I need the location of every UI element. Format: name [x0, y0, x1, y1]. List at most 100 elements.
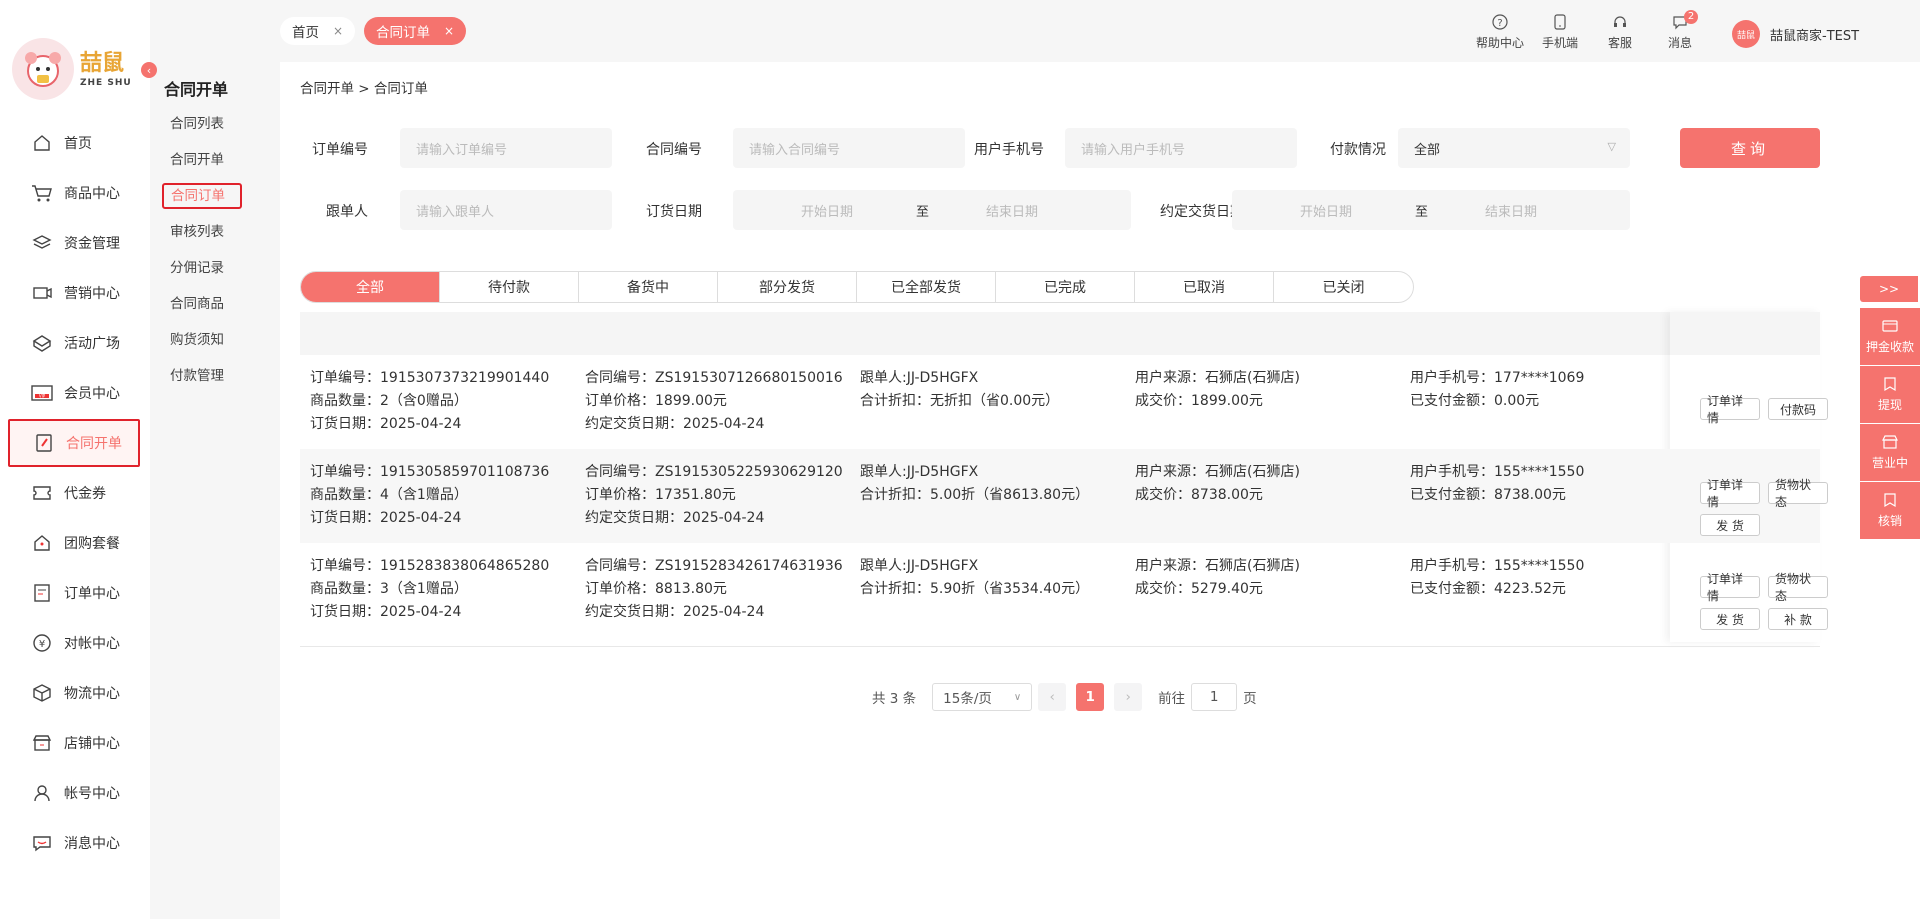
mobile-button[interactable]: 手机端 — [1532, 14, 1588, 51]
chevron-left-icon: ‹ — [1049, 689, 1055, 705]
status-tab-5[interactable]: 已完成 — [996, 272, 1135, 302]
home-icon — [30, 132, 54, 154]
order-date-to: 至 — [916, 204, 930, 220]
status-tab-3[interactable]: 部分发货 — [718, 272, 857, 302]
rail-open-button[interactable]: 营业中 — [1860, 424, 1920, 482]
rail-deposit-button[interactable]: 押金收款 — [1860, 308, 1920, 366]
row-action-button[interactable]: 货物状态 — [1768, 572, 1828, 603]
order-date-range[interactable]: 开始日期 至 结束日期 — [733, 190, 1131, 230]
payment-status-select[interactable]: 全部 ▽ — [1398, 128, 1630, 168]
order-source: 用户来源：石狮店(石狮店) — [1135, 464, 1300, 480]
order-icon — [30, 582, 54, 604]
order-qty: 商品数量：2（含0赠品） — [310, 393, 468, 409]
sidebar-item-label: 对帐中心 — [64, 636, 120, 652]
status-tab-6[interactable]: 已取消 — [1135, 272, 1274, 302]
message-label: 消息 — [1667, 36, 1692, 50]
subnav-item-4[interactable]: 分佣记录 — [162, 255, 242, 281]
follower-input[interactable]: 请输入跟单人 — [400, 190, 612, 230]
sidebar-item-1[interactable]: 商品中心 — [8, 169, 140, 217]
subnav-item-2[interactable]: 合同订单 — [162, 183, 242, 209]
order-price: 订单价格：1899.00元 — [585, 393, 727, 409]
order-qty: 商品数量：4（含1赠品） — [310, 487, 468, 503]
tab-contract-order[interactable]: 合同订单 × — [364, 17, 467, 45]
sidebar-item-4[interactable]: 活动广场 — [8, 319, 140, 367]
subnav-item-6[interactable]: 购货须知 — [162, 327, 242, 353]
rail-verify-button[interactable]: 核销 — [1860, 482, 1920, 540]
customer-service-button[interactable]: 客服 — [1592, 14, 1648, 51]
sidebar-item-3[interactable]: 营销中心 — [8, 269, 140, 317]
subnav-item-1[interactable]: 合同开单 — [162, 147, 242, 173]
sidebar-item-2[interactable]: 资金管理 — [8, 219, 140, 267]
sidebar-item-13[interactable]: 帐号中心 — [8, 769, 140, 817]
mobile-label: 手机端 — [1541, 36, 1578, 50]
order-date-end[interactable]: 结束日期 — [986, 201, 1038, 220]
order-date-start[interactable]: 开始日期 — [801, 201, 853, 220]
page-size-value: 15条/页 — [943, 691, 992, 707]
goto-page-input[interactable]: 1 — [1191, 683, 1238, 711]
brand-logo[interactable]: 喆鼠 ZHE SHU — [12, 38, 132, 102]
sidebar-item-12[interactable]: 店铺中心 — [8, 719, 140, 767]
row-action-button[interactable]: 付款码 — [1768, 398, 1828, 420]
delivery-date-range[interactable]: 开始日期 至 结束日期 — [1232, 190, 1630, 230]
sidebar-item-0[interactable]: 首页 — [8, 119, 140, 167]
order-deal: 成交价：8738.00元 — [1135, 487, 1263, 503]
order-source: 用户来源：石狮店(石狮店) — [1135, 558, 1300, 574]
close-icon[interactable]: × — [333, 24, 343, 38]
rail-deposit-label: 押金收款 — [1865, 340, 1914, 354]
sidebar-item-7[interactable]: 代金券 — [8, 469, 140, 517]
prev-page-button[interactable]: ‹ — [1038, 683, 1067, 711]
rail-toggle-button[interactable]: >> — [1860, 276, 1918, 302]
row-action-button[interactable]: 补 款 — [1768, 608, 1828, 630]
contract-no-input[interactable]: 请输入合同编号 — [733, 128, 965, 168]
status-tab-0[interactable]: 全部 — [301, 272, 440, 302]
sidebar-item-5[interactable]: VIP 会员中心 — [8, 369, 140, 417]
delivery-date-end[interactable]: 结束日期 — [1485, 201, 1537, 220]
row-action-button[interactable]: 订单详情 — [1700, 478, 1760, 509]
sidebar-item-6[interactable]: 合同开单 — [8, 419, 140, 467]
avatar: 喆鼠 — [1732, 20, 1760, 48]
query-button[interactable]: 查询 — [1680, 128, 1820, 168]
next-page-button[interactable]: › — [1114, 683, 1143, 711]
delivery-date-start[interactable]: 开始日期 — [1300, 201, 1352, 220]
page-1-button[interactable]: 1 — [1076, 683, 1105, 711]
row-action-button[interactable]: 货物状态 — [1768, 478, 1828, 509]
contract-icon — [32, 432, 56, 454]
help-center-button[interactable]: ? 帮助中心 — [1472, 14, 1528, 51]
subnav-item-5[interactable]: 合同商品 — [162, 291, 242, 317]
row-action-button[interactable]: 发 货 — [1700, 608, 1760, 630]
sidebar-item-14[interactable]: 消息中心 — [8, 819, 140, 867]
row-action-button[interactable]: 发 货 — [1700, 514, 1760, 536]
sidebar-item-9[interactable]: 订单中心 — [8, 569, 140, 617]
row-action-button[interactable]: 订单详情 — [1700, 394, 1760, 425]
order-price: 订单价格：8813.80元 — [585, 581, 727, 597]
rail-withdraw-button[interactable]: 提现 — [1860, 366, 1920, 424]
sidebar-item-11[interactable]: 物流中心 — [8, 669, 140, 717]
close-icon[interactable]: × — [444, 24, 454, 38]
top-bar: 首页 × 合同订单 × ? 帮助中心 手机端 客服 消息 2 喆鼠 喆鼠商家-TES… — [280, 0, 1920, 62]
follower-label: 跟单人 — [326, 204, 368, 220]
status-tab-4[interactable]: 已全部发货 — [857, 272, 996, 302]
order-paid: 已支付金额：8738.00元 — [1410, 487, 1566, 503]
order-no-input[interactable]: 请输入订单编号 — [400, 128, 612, 168]
collapse-sidebar-button[interactable]: ‹ — [141, 62, 157, 78]
subnav-item-3[interactable]: 审核列表 — [162, 219, 242, 245]
order-discount: 合计折扣：无折扣（省0.00元） — [860, 393, 1060, 409]
messages-button[interactable]: 消息 2 — [1652, 10, 1708, 51]
sidebar-item-8[interactable]: 团购套餐 — [8, 519, 140, 567]
page-size-select[interactable]: 15条/页 ∨ — [932, 683, 1033, 711]
status-tab-7[interactable]: 已关闭 — [1274, 272, 1413, 302]
user-name: 喆鼠商家-TEST — [1770, 28, 1860, 44]
status-tab-2[interactable]: 备货中 — [579, 272, 718, 302]
order-date-label: 订货日期 — [646, 204, 702, 220]
row-action-button[interactable]: 订单详情 — [1700, 572, 1760, 603]
sidebar-item-label: 订单中心 — [64, 586, 120, 602]
subnav-item-0[interactable]: 合同列表 — [162, 111, 242, 137]
tab-home[interactable]: 首页 × — [280, 17, 356, 45]
user-menu[interactable]: 喆鼠 喆鼠商家-TEST — [1732, 20, 1859, 48]
phone-input[interactable]: 请输入用户手机号 — [1065, 128, 1297, 168]
order-contract-no: 合同编号：ZS1915305225930629120 — [585, 464, 843, 480]
service-label: 客服 — [1607, 36, 1632, 50]
sidebar-item-10[interactable]: ¥ 对帐中心 — [8, 619, 140, 667]
status-tab-1[interactable]: 待付款 — [440, 272, 579, 302]
subnav-item-7[interactable]: 付款管理 — [162, 363, 242, 389]
